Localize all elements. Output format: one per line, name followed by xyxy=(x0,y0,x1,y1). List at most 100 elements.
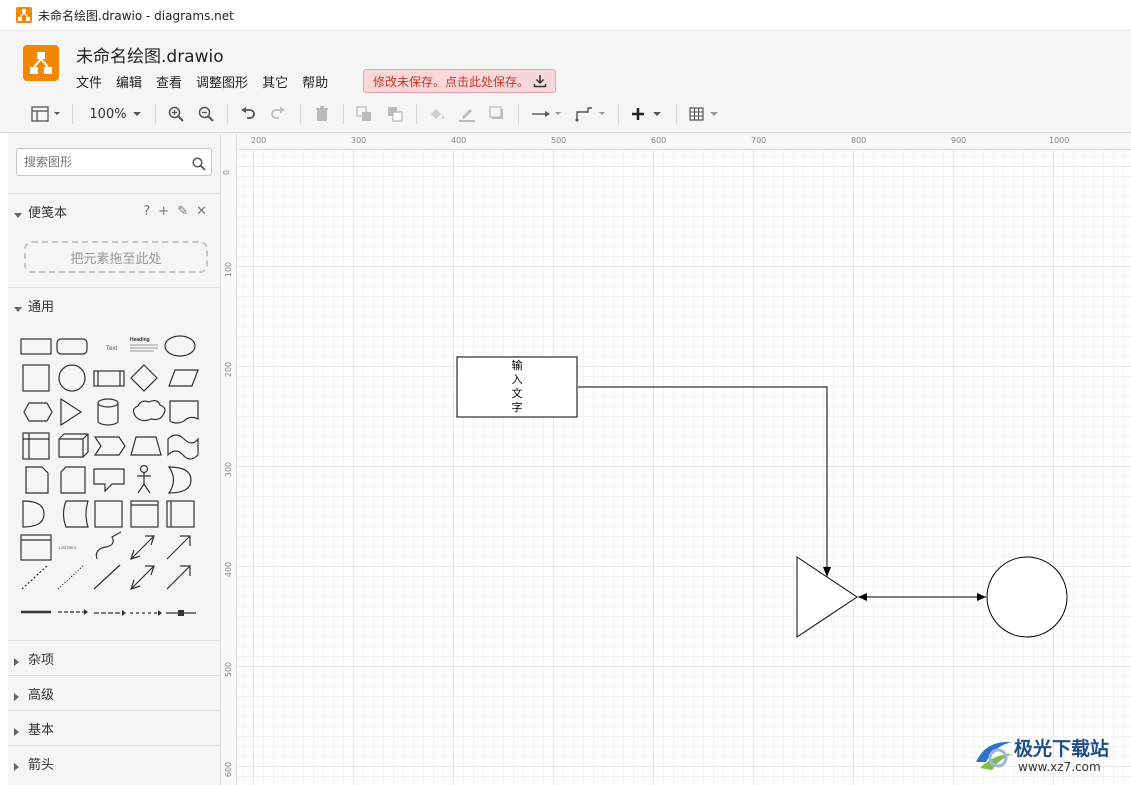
redo-icon xyxy=(270,107,286,121)
shape-search-input[interactable]: 搜索图形 xyxy=(16,148,212,176)
misc-section-header[interactable]: 杂项 xyxy=(8,640,221,675)
shape-triangle xyxy=(60,397,83,427)
elbow-connector-icon xyxy=(574,106,608,122)
toolbar-separator xyxy=(618,104,619,124)
shape-container xyxy=(94,500,123,528)
circle-node[interactable] xyxy=(986,556,1068,638)
menu-arrange[interactable]: 调整图形 xyxy=(196,72,248,91)
basic-section-header[interactable]: 基本 xyxy=(8,710,221,745)
undo-button[interactable] xyxy=(238,103,258,125)
toolbar-separator xyxy=(72,104,73,124)
shape-hexagon xyxy=(23,402,53,422)
download-icon xyxy=(533,74,547,91)
shape-data-storage xyxy=(62,500,89,528)
menu-edit[interactable]: 编辑 xyxy=(116,72,142,91)
connector-rect-to-triangle[interactable] xyxy=(578,386,828,567)
menu-view[interactable]: 查看 xyxy=(156,72,182,91)
help-icon[interactable]: ? xyxy=(143,204,150,219)
unsaved-changes-button[interactable]: 修改未保存。点击此处保存。 xyxy=(363,69,556,93)
menu-file[interactable]: 文件 xyxy=(76,72,102,91)
line-color-button[interactable] xyxy=(457,103,477,125)
shape-dotted-line xyxy=(57,564,85,590)
shape-rounded-rectangle xyxy=(56,338,88,355)
shape-dashed-line xyxy=(21,564,49,590)
site-watermark: 极光下载站 www.xz7.com xyxy=(972,732,1122,778)
close-icon[interactable]: ✕ xyxy=(196,204,207,219)
shape-cylinder xyxy=(97,398,119,426)
caret-right-icon xyxy=(14,655,20,670)
connection-style-dropdown[interactable] xyxy=(530,103,564,125)
watermark-name: 极光下载站 xyxy=(1014,738,1110,760)
shape-circle xyxy=(58,364,86,392)
caret-right-icon xyxy=(14,760,20,775)
shape-actor xyxy=(137,464,151,494)
label-char: 文 xyxy=(511,387,523,400)
table-dropdown[interactable] xyxy=(688,103,722,125)
scratchpad-dropzone[interactable]: 把元素拖至此处 xyxy=(24,241,208,273)
shape-square xyxy=(22,364,50,392)
drawio-logo[interactable] xyxy=(23,45,59,81)
toolbar-separator xyxy=(518,104,519,124)
redo-button[interactable] xyxy=(268,103,288,125)
waypoints-dropdown[interactable] xyxy=(574,103,608,125)
caret-right-icon xyxy=(14,690,20,705)
menu-extras[interactable]: 其它 xyxy=(262,72,288,91)
watermark-logo-icon xyxy=(976,741,1012,770)
toolbar-separator xyxy=(343,104,344,124)
toolbar-separator xyxy=(416,104,417,124)
document-title[interactable]: 未命名绘图.drawio xyxy=(76,42,224,67)
diagram-layer xyxy=(456,356,1068,638)
label-char: 字 xyxy=(511,401,523,414)
shadow-button[interactable] xyxy=(487,103,507,125)
arrowhead-left-icon xyxy=(858,593,867,601)
section-title: 箭头 xyxy=(28,757,55,773)
shape-step xyxy=(93,436,126,456)
shape-text: Text xyxy=(106,346,117,352)
to-back-icon xyxy=(387,106,403,122)
shape-or xyxy=(167,466,192,494)
caret-right-icon xyxy=(14,725,20,740)
section-title: 杂项 xyxy=(28,652,55,668)
scratchpad-title: 便笺本 xyxy=(28,205,68,221)
watermark-url: www.xz7.com xyxy=(1018,760,1101,774)
shape-list xyxy=(20,534,52,561)
search-icon[interactable] xyxy=(192,154,206,180)
shape-double-arrow-line xyxy=(130,565,155,590)
zoom-select[interactable]: 100% xyxy=(86,103,144,125)
zoom-level: 100% xyxy=(89,106,127,122)
layout-panel-icon xyxy=(31,106,61,122)
menu-help[interactable]: 帮助 xyxy=(302,72,328,91)
format-panel-toggle[interactable] xyxy=(28,103,64,125)
general-section-header[interactable]: 通用 xyxy=(8,287,221,322)
insert-dropdown[interactable] xyxy=(630,103,664,125)
shape-trapezoid xyxy=(130,436,162,456)
zoom-in-button[interactable] xyxy=(166,103,186,125)
to-front-button[interactable] xyxy=(354,103,374,125)
to-back-button[interactable] xyxy=(385,103,405,125)
shape-note xyxy=(25,466,49,494)
add-icon[interactable]: + xyxy=(158,204,169,219)
advanced-section-header[interactable]: 高级 xyxy=(8,675,221,710)
scratchpad-tools: ? + ✎ ✕ xyxy=(143,204,207,219)
shape-document xyxy=(169,400,199,424)
caret-down-icon xyxy=(14,302,22,317)
shape-tape xyxy=(167,434,199,460)
diagram-canvas[interactable]: 200 300 400 500 600 700 800 900 1000 0 1… xyxy=(221,134,1131,785)
shape-cloud xyxy=(132,399,166,422)
arrows-section-header[interactable]: 箭头 xyxy=(8,745,221,780)
shape-cube xyxy=(58,433,89,458)
scratchpad-header[interactable]: 便笺本 ? + ✎ ✕ xyxy=(8,193,221,228)
rectangle-node-label: 输 入 文 字 xyxy=(507,359,527,415)
delete-button[interactable] xyxy=(312,103,332,125)
arrowhead-right-icon xyxy=(977,593,986,601)
shape-list-item: List Item xyxy=(59,545,76,550)
save-notice-label: 修改未保存。点击此处保存。 xyxy=(373,74,530,89)
zoom-out-button[interactable] xyxy=(196,103,216,125)
edit-icon[interactable]: ✎ xyxy=(177,204,188,219)
label-char: 入 xyxy=(511,373,523,386)
fill-color-button[interactable] xyxy=(427,103,447,125)
drawio-app-icon xyxy=(16,7,32,23)
shape-directional-connector xyxy=(166,565,191,590)
general-section-title: 通用 xyxy=(28,299,55,315)
section-title: 高级 xyxy=(28,687,55,703)
